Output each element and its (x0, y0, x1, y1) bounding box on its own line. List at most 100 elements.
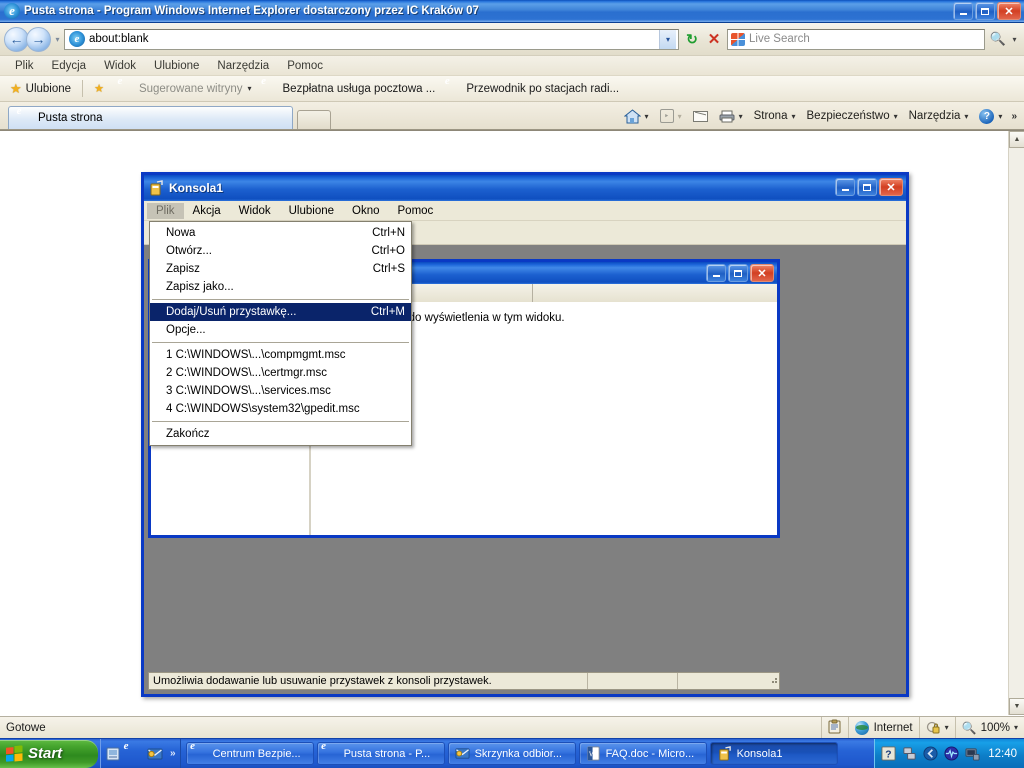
security-zone-cell[interactable]: Internet (847, 717, 919, 738)
chevron-down-icon[interactable]: ▾ (998, 112, 1002, 121)
display-icon[interactable] (965, 746, 980, 761)
favbar-item-free-mail[interactable]: Bezpłatna usługa pocztowa ... (259, 79, 441, 98)
scroll-up-button[interactable]: ▲ (1009, 131, 1024, 148)
start-button[interactable]: Start (0, 739, 98, 768)
menu-item-recent-1[interactable]: 1 C:\WINDOWS\...\compmgmt.msc (150, 346, 411, 364)
favbar-item-radio-guide[interactable]: Przewodnik po stacjach radi... (442, 79, 624, 98)
add-favorite-button[interactable]: ★ (89, 80, 113, 97)
menu-pomoc[interactable]: Pomoc (278, 58, 332, 74)
help-question-icon[interactable]: ? (881, 746, 896, 761)
menu-item-recent-3[interactable]: 3 C:\WINDOWS\...\services.msc (150, 382, 411, 400)
taskbar-button-centrum-bezpieczenstwa[interactable]: Centrum Bezpie... (185, 742, 314, 765)
taskbar-window-buttons: Centrum Bezpie... Pusta strona - P... Sk… (181, 742, 875, 765)
mmc-child-close-button[interactable]: ✕ (750, 264, 774, 282)
zoom-level-cell[interactable]: 🔍 100% ▾ (954, 717, 1024, 738)
taskbar-button-pusta-strona[interactable]: Pusta strona - P... (316, 742, 445, 765)
outlook-icon[interactable] (147, 746, 163, 762)
forward-button[interactable]: → (26, 26, 51, 52)
address-input[interactable]: about:blank ▾ (64, 28, 679, 50)
taskbar-button-faq-doc[interactable]: W FAQ.doc - Micro... (578, 742, 707, 765)
menu-ulubione[interactable]: Ulubione (145, 58, 208, 74)
search-provider-caret-icon[interactable]: ▾ (1009, 35, 1020, 44)
feeds-button[interactable]: ‣ ▾ (655, 107, 687, 125)
show-desktop-icon[interactable] (105, 746, 121, 762)
mmc-menu-widok[interactable]: Widok (230, 203, 280, 219)
tools-menu-button[interactable]: Narzędzia ▾ (904, 108, 974, 124)
mmc-window-title: Konsola1 (169, 181, 224, 195)
menu-item-otworz[interactable]: Otwórz... Ctrl+O (150, 242, 411, 260)
menu-item-nowa[interactable]: Nowa Ctrl+N (150, 224, 411, 242)
command-bar-overflow-icon[interactable]: » (1008, 111, 1020, 122)
menu-narzedzia[interactable]: Narzędzia (208, 58, 278, 74)
mmc-file-menu-popup[interactable]: Nowa Ctrl+N Otwórz... Ctrl+O Zapisz Ctrl… (149, 221, 412, 446)
help-menu-button[interactable]: ? ▾ (974, 107, 1007, 126)
menu-widok[interactable]: Widok (95, 58, 145, 74)
resize-grip-icon[interactable] (767, 673, 779, 689)
quick-launch-overflow-icon[interactable]: » (170, 748, 176, 759)
rss-icon: ‣ (659, 109, 674, 123)
menu-plik[interactable]: Plik (6, 58, 43, 74)
tab-pusta-strona[interactable]: Pusta strona (8, 106, 293, 129)
ie-logo-icon[interactable] (126, 746, 142, 762)
mmc-menu-ulubione[interactable]: Ulubione (280, 203, 343, 219)
chevron-down-icon[interactable]: ▾ (964, 112, 968, 121)
mmc-menu-okno[interactable]: Okno (343, 203, 389, 219)
chevron-down-icon[interactable]: ▾ (739, 112, 743, 121)
favbar-item-suggested-sites[interactable]: Sugerowane witryny ▾ (115, 79, 257, 98)
menu-item-zapisz[interactable]: Zapisz Ctrl+S (150, 260, 411, 278)
ie-logo-icon (4, 3, 20, 19)
refresh-button[interactable]: ↻ (681, 28, 703, 50)
mmc-maximize-button[interactable] (857, 178, 877, 196)
chevron-down-icon[interactable]: ▾ (791, 112, 795, 121)
favorites-center-button[interactable]: ★ Ulubione (5, 79, 76, 99)
chevron-down-icon[interactable]: ▾ (248, 84, 252, 93)
mmc-child-maximize-button[interactable] (728, 264, 748, 282)
menu-item-label: Opcje... (166, 324, 206, 336)
mmc-menu-akcja[interactable]: Akcja (184, 203, 230, 219)
browser-restore-button[interactable] (975, 2, 995, 20)
print-button[interactable]: ▾ (714, 108, 748, 125)
network-icon[interactable] (902, 746, 917, 761)
menu-item-zakoncz[interactable]: Zakończ (150, 425, 411, 443)
recent-pages-caret-icon[interactable]: ▾ (51, 35, 64, 44)
search-icon[interactable]: 🔍 (987, 29, 1009, 50)
menu-item-label: Zapisz jako... (166, 281, 234, 293)
menu-item-accelerator: Ctrl+S (372, 263, 405, 275)
browser-close-button[interactable]: ✕ (997, 2, 1021, 20)
menu-item-zapisz-jako[interactable]: Zapisz jako... (150, 278, 411, 296)
mail-button[interactable] (688, 109, 713, 124)
stop-button[interactable]: ✕ (703, 28, 725, 50)
search-input[interactable]: Live Search (727, 28, 985, 50)
shield-icon[interactable] (923, 746, 938, 761)
taskbar-button-skrzynka-odbiorcza[interactable]: Skrzynka odbior... (447, 742, 576, 765)
mmc-close-button[interactable]: ✕ (879, 178, 903, 196)
chevron-down-icon[interactable]: ▾ (659, 29, 676, 49)
menu-item-opcje[interactable]: Opcje... (150, 321, 411, 339)
chevron-down-icon[interactable]: ▾ (894, 112, 898, 121)
menu-item-recent-2[interactable]: 2 C:\WINDOWS\...\certmgr.msc (150, 364, 411, 382)
new-tab-button[interactable] (297, 110, 331, 129)
security-menu-button[interactable]: Bezpieczeństwo ▾ (802, 108, 903, 124)
mmc-minimize-button[interactable] (835, 178, 855, 196)
scroll-down-button[interactable]: ▼ (1009, 698, 1024, 715)
menu-item-dodaj-usun-przystawke[interactable]: Dodaj/Usuń przystawkę... Ctrl+M (150, 303, 411, 321)
mmc-menu-plik[interactable]: Plik (147, 202, 184, 219)
privacy-report-cell[interactable]: ▾ (918, 717, 955, 738)
home-button[interactable]: ▾ (619, 107, 654, 126)
chevron-down-icon[interactable]: ▾ (945, 723, 949, 732)
mmc-menu-pomoc[interactable]: Pomoc (389, 203, 443, 219)
taskbar-button-konsola1[interactable]: Konsola1 (709, 742, 838, 765)
mmc-status-bar: Umożliwia dodawanie lub usuwanie przysta… (148, 672, 780, 690)
browser-minimize-button[interactable] (953, 2, 973, 20)
taskbar-button-label: Skrzynka odbior... (474, 747, 562, 760)
menu-item-recent-4[interactable]: 4 C:\WINDOWS\system32\gpedit.msc (150, 400, 411, 418)
page-menu-button[interactable]: Strona ▾ (749, 108, 801, 124)
audio-icon[interactable] (944, 746, 959, 761)
page-vertical-scrollbar[interactable]: ▲ ▼ (1008, 131, 1024, 715)
mmc-child-minimize-button[interactable] (706, 264, 726, 282)
page-menu-label: Strona (753, 110, 788, 122)
clock[interactable]: 12:40 (988, 748, 1017, 760)
menu-edycja[interactable]: Edycja (43, 58, 96, 74)
chevron-down-icon[interactable]: ▾ (645, 112, 649, 121)
chevron-down-icon[interactable]: ▾ (1014, 723, 1018, 732)
